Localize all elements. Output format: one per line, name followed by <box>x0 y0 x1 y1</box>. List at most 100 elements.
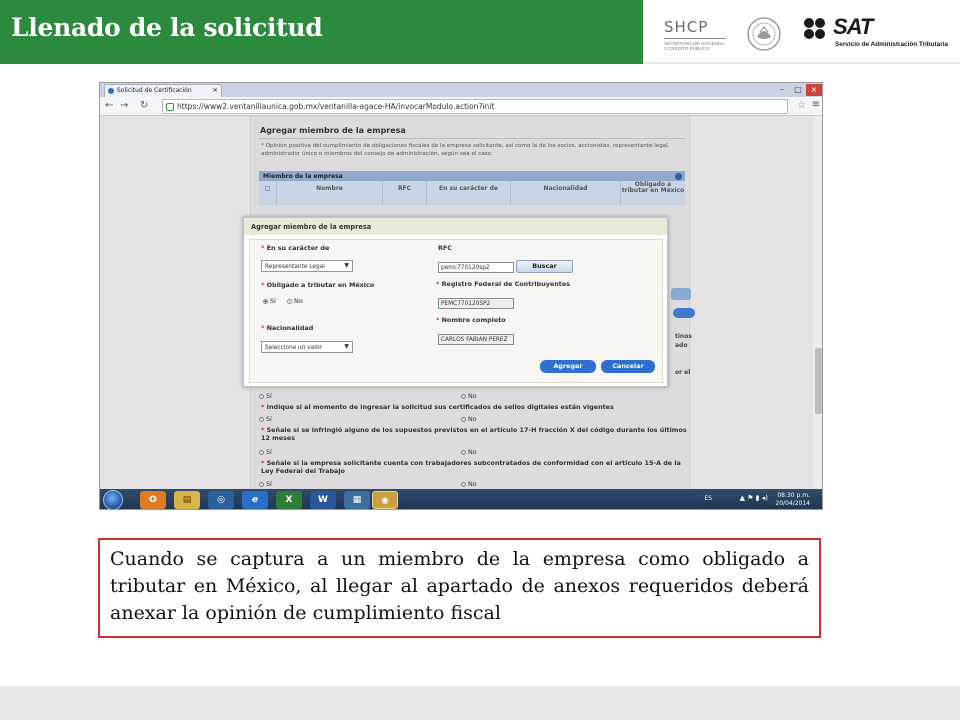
footer-band <box>0 686 960 720</box>
taskbar-ie[interactable]: e <box>242 491 268 509</box>
radio-no-0[interactable]: No <box>461 392 477 400</box>
close-button[interactable]: × <box>806 84 822 96</box>
radio-si-0-label: Sí <box>266 392 272 400</box>
taskbar-excel[interactable]: X <box>276 491 302 509</box>
obligado-no-label: No <box>294 297 303 305</box>
bookmark-star-icon[interactable]: ☆ <box>797 100 806 111</box>
back-icon[interactable]: ← <box>105 100 113 112</box>
lock-icon <box>166 103 174 111</box>
taskbar-explorer[interactable]: ▤ <box>174 491 200 509</box>
taskbar-app[interactable]: ▦ <box>344 491 370 509</box>
page-scrollbar[interactable] <box>813 116 822 489</box>
obligado-no-radio[interactable]: No <box>287 297 303 305</box>
radio-si-2[interactable]: Sí <box>259 448 272 456</box>
caracter-label-text: En su carácter de <box>266 244 330 252</box>
required-mark: * <box>261 426 265 434</box>
windows-taskbar: O ▤ ◎ e X W ▦ ◉ ES ▲ ⚑ ▮ ◂) 08:30 p.m. 2… <box>100 489 822 509</box>
question-2-text: Señale si se infringió alguno de los sup… <box>261 426 687 442</box>
nombre-label-text: Nombre completo <box>441 316 506 324</box>
nacionalidad-select-value: Seleccione un valor <box>265 344 322 351</box>
add-member-bar[interactable] <box>671 288 691 300</box>
clock-date[interactable]: 20/04/2014 <box>775 500 810 507</box>
sat-dots-icon <box>804 18 825 39</box>
minimize-button[interactable]: – <box>774 84 790 96</box>
reload-icon[interactable]: ↻ <box>140 100 148 112</box>
members-table-title: Miembro de la empresa <box>263 173 343 180</box>
nacionalidad-label-text: Nacionalidad <box>266 324 314 332</box>
column-obligado[interactable]: Obligado a tributar en México <box>621 181 685 205</box>
radio-si-3[interactable]: Sí <box>259 480 272 488</box>
radio-no-0-label: No <box>468 392 477 400</box>
radio-si-0[interactable]: Sí <box>259 392 272 400</box>
caption-box: Cuando se captura a un miembro de la emp… <box>98 538 821 638</box>
dialog-title: Agregar miembro de la empresa <box>244 218 667 235</box>
rfc-input[interactable]: pemc770120sp2 <box>438 262 514 273</box>
shcp-logo-subtitle-2: Y CRÉDITO PÚBLICO <box>664 46 710 51</box>
collapse-icon[interactable] <box>675 172 682 180</box>
radio-no-1[interactable]: No <box>461 415 477 423</box>
action-pill-button[interactable] <box>673 308 695 318</box>
menu-icon[interactable]: ≡ <box>812 99 820 110</box>
slide-title: Llenado de la solicitud <box>11 13 323 42</box>
column-nacionalidad[interactable]: Nacionalidad <box>511 181 621 205</box>
registro-field[interactable]: PEMC770120SP2 <box>438 298 514 309</box>
obligado-si-radio[interactable]: Sí <box>263 297 276 305</box>
required-mark: * <box>261 459 265 467</box>
radio-si-2-label: Sí <box>266 448 272 456</box>
maximize-button[interactable]: □ <box>790 84 806 96</box>
language-indicator[interactable]: ES <box>704 495 712 502</box>
question-3-text: Señale si la empresa solicitante cuenta … <box>261 459 681 475</box>
taskbar-chrome[interactable]: ◉ <box>372 491 398 509</box>
column-caracter[interactable]: En su carácter de <box>427 181 511 205</box>
taskbar-outlook[interactable]: O <box>140 491 166 509</box>
browser-tab[interactable]: Solicitud de Certificación × <box>104 84 222 97</box>
clipped-text-3: or el <box>675 369 691 376</box>
nacionalidad-select[interactable]: Seleccione un valor ▼ <box>261 341 353 353</box>
window-controls: – □ × <box>774 84 822 96</box>
browser-tabstrip: Solicitud de Certificación × – □ × <box>100 83 822 97</box>
cancelar-button[interactable]: Cancelar <box>601 360 655 373</box>
national-seal-icon <box>747 17 781 51</box>
caracter-select[interactable]: Representante Legal ▼ <box>261 260 353 272</box>
nombre-field[interactable]: CARLOS FABIAN PEREZ <box>438 334 514 345</box>
obligado-si-label: Sí <box>270 297 276 305</box>
clipped-text-1: tinos <box>675 333 692 340</box>
column-rfc[interactable]: RFC <box>383 181 427 205</box>
members-table-caption: Miembro de la empresa <box>259 171 685 181</box>
question-3: * Señale si la empresa solicitante cuent… <box>261 459 691 475</box>
title-bar: Llenado de la solicitud <box>0 0 643 64</box>
clock-time[interactable]: 08:30 p.m. <box>777 492 810 499</box>
required-mark: * <box>261 281 265 289</box>
address-bar[interactable]: https://www2.ventanillaunica.gob.mx/vent… <box>162 99 788 114</box>
browser-navbar: ← → ↻ https://www2.ventanillaunica.gob.m… <box>100 97 822 116</box>
nacionalidad-label: * Nacionalidad <box>261 324 313 332</box>
radio-si-1-label: Sí <box>266 415 272 423</box>
agregar-button[interactable]: Agregar <box>540 360 596 373</box>
start-button[interactable] <box>103 490 123 509</box>
sat-logo: SAT Servicio de Administración Tributari… <box>803 14 953 51</box>
tab-close-icon[interactable]: × <box>212 86 218 94</box>
shcp-logo: SHCP SECRETARÍA DE HACIENDA Y CRÉDITO PÚ… <box>664 18 734 58</box>
radio-no-3[interactable]: No <box>461 480 477 488</box>
question-1: * Indique si al momento de ingresar la s… <box>261 403 671 411</box>
obligado-label-text: Obligado a tributar en México <box>266 281 375 289</box>
slide: Llenado de la solicitud SHCP SECRETARÍA … <box>0 0 960 720</box>
address-url: https://www2.ventanillaunica.gob.mx/vent… <box>177 102 495 111</box>
question-1-text: Indique si al momento de ingresar la sol… <box>266 403 614 411</box>
scrollbar-thumb[interactable] <box>815 348 822 414</box>
radio-no-2[interactable]: No <box>461 448 477 456</box>
radio-si-1[interactable]: Sí <box>259 415 272 423</box>
sat-logo-subtitle: Servicio de Administración Tributaria <box>835 41 949 48</box>
dialog-body: * En su carácter de Representante Legal ▼… <box>249 239 663 383</box>
forward-icon[interactable]: → <box>120 100 128 112</box>
members-table-header: □ Nombre RFC En su carácter de Nacionali… <box>259 181 685 205</box>
section-divider <box>259 138 685 139</box>
column-nombre[interactable]: Nombre <box>277 181 383 205</box>
buscar-button[interactable]: Buscar <box>516 260 573 273</box>
tray-icons[interactable]: ▲ ⚑ ▮ ◂) <box>740 494 768 502</box>
caracter-select-value: Representante Legal <box>265 263 325 270</box>
taskbar-media[interactable]: ◎ <box>208 491 234 509</box>
members-table: Miembro de la empresa □ Nombre RFC En su… <box>259 171 685 207</box>
select-all-checkbox[interactable]: □ <box>259 181 277 205</box>
taskbar-word[interactable]: W <box>310 491 336 509</box>
